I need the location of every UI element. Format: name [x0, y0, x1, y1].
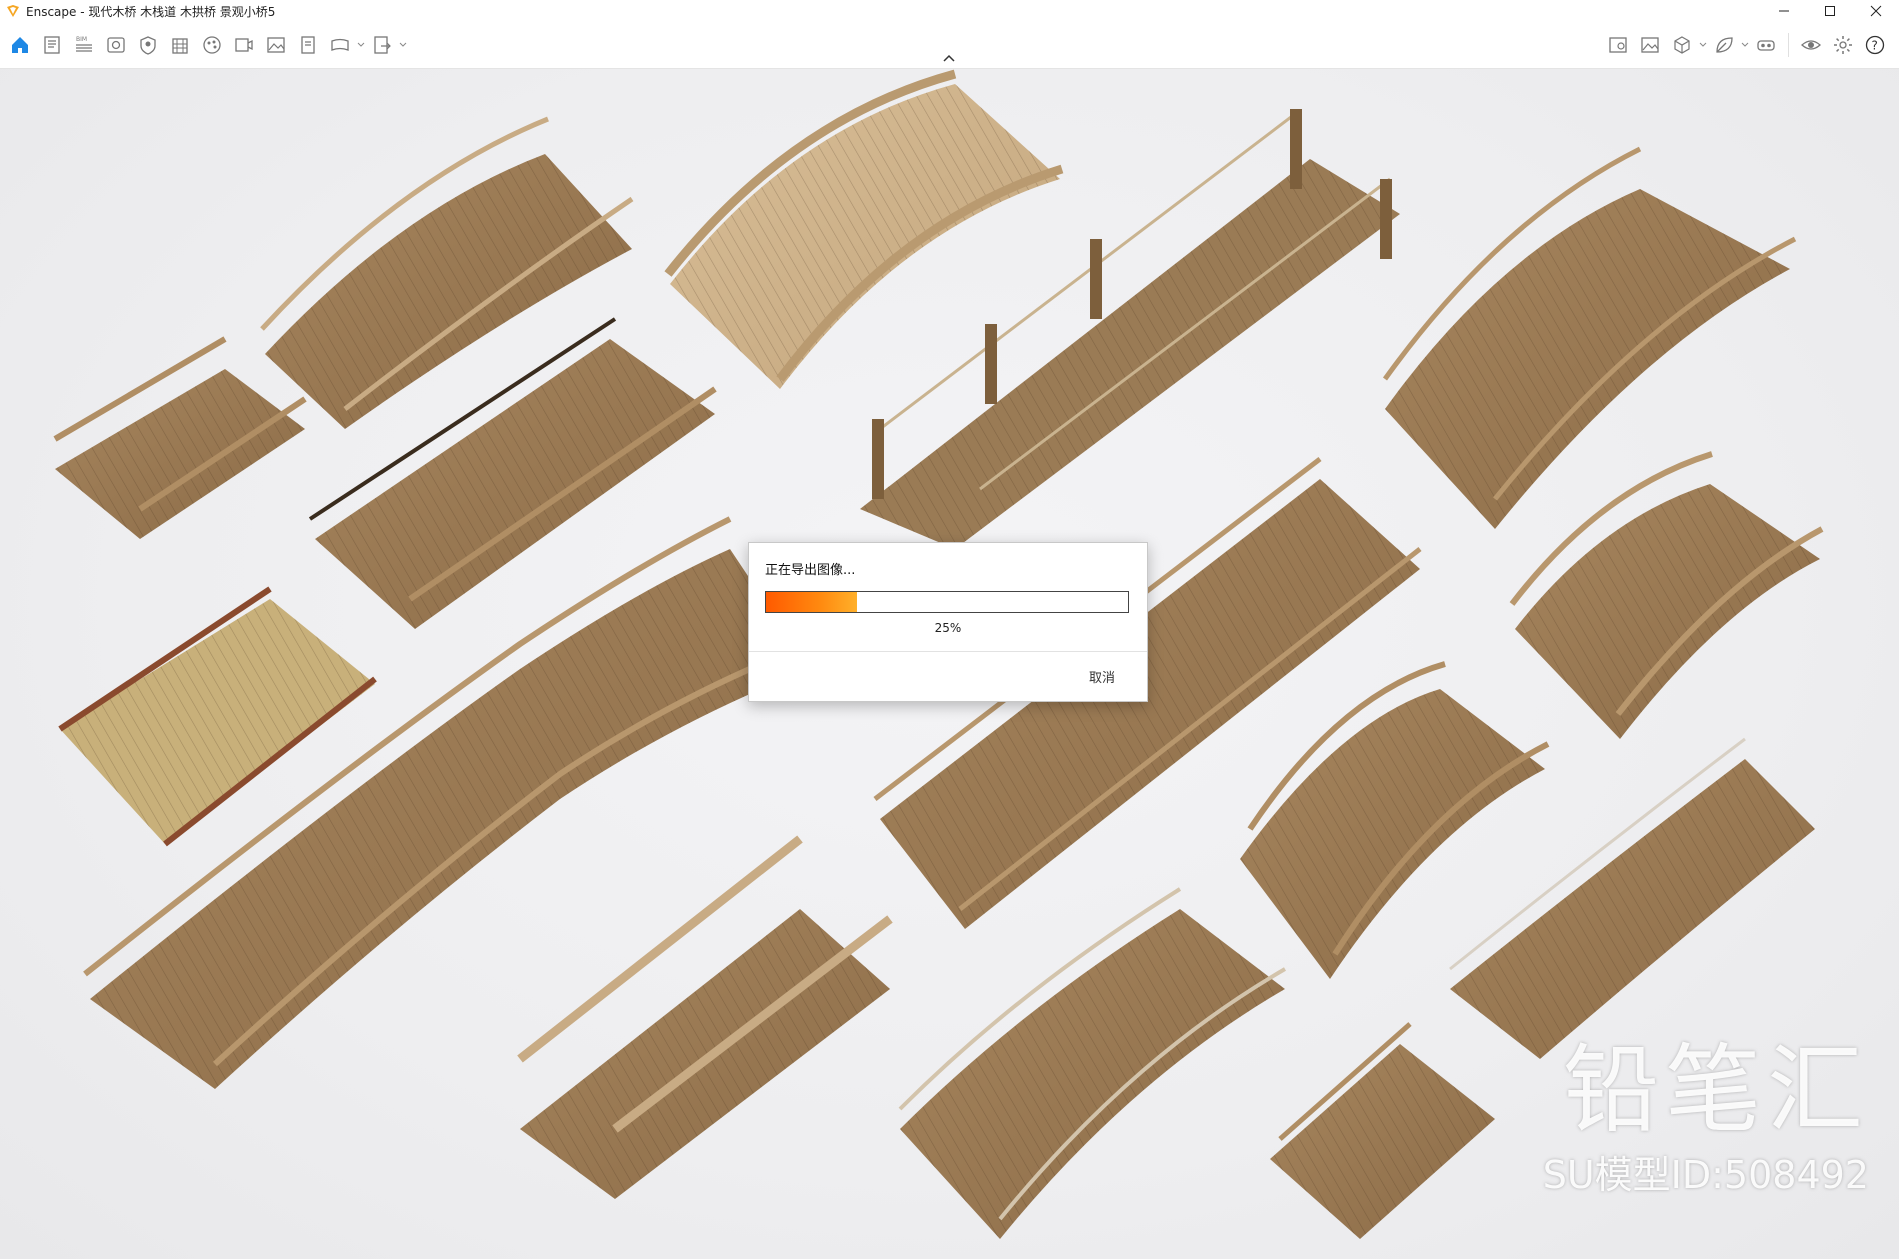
export-progress-fill [766, 592, 857, 612]
bridge-model [53, 336, 307, 539]
export-progress-bar [765, 591, 1129, 613]
screenshot-icon [267, 37, 285, 53]
svg-text:?: ? [1872, 39, 1878, 53]
bridge-model [1270, 1022, 1495, 1239]
settings-button[interactable] [1827, 30, 1859, 60]
enscape-logo-icon [7, 5, 19, 17]
eye-icon [1801, 40, 1821, 50]
bridge-model [898, 887, 1287, 1239]
panorama-button[interactable] [324, 30, 356, 60]
dialog-divider [749, 651, 1147, 652]
map-icon [1609, 37, 1627, 53]
project-icon [44, 36, 60, 54]
bim-button[interactable]: BIM [68, 30, 100, 60]
toolbar-left-group: BIM [4, 30, 408, 60]
window-controls [1761, 0, 1899, 22]
chevron-down-icon [357, 42, 365, 47]
asset-library-icon [140, 36, 156, 55]
minimize-button[interactable] [1761, 0, 1807, 22]
export-dropdown[interactable] [398, 30, 408, 60]
material-editor-icon [203, 36, 221, 54]
chevron-up-icon [943, 54, 955, 62]
toolbar-separator [1788, 33, 1789, 57]
image-button[interactable] [1634, 30, 1666, 60]
title-bar: Enscape - 现代木桥 木栈道 木拱桥 景观小桥5 [0, 0, 1899, 22]
collapse-toolbar-toggle[interactable] [941, 52, 957, 64]
chevron-down-icon [1699, 42, 1707, 47]
bridge-model [517, 835, 893, 1199]
export-progress-dialog: 正在导出图像... 25% 取消 [748, 542, 1148, 702]
svg-text:BIM: BIM [76, 36, 87, 43]
chevron-down-icon [1741, 42, 1749, 47]
batch-render-button[interactable] [292, 30, 324, 60]
watermark-model-id: SU模型ID:508492 [1542, 1153, 1869, 1197]
building-button[interactable] [164, 30, 196, 60]
cube-button[interactable] [1666, 30, 1698, 60]
bridge-model [58, 586, 377, 847]
bridge-model [1240, 661, 1550, 979]
bridge-model [664, 69, 1064, 389]
leaf-button[interactable] [1708, 30, 1740, 60]
bim-icon: BIM [76, 36, 92, 52]
vr-headset-button[interactable] [1750, 30, 1782, 60]
views-button[interactable] [228, 30, 260, 60]
visual-settings-icon [107, 37, 125, 53]
export-button[interactable] [366, 30, 398, 60]
bridge-model [1509, 451, 1824, 739]
asset-library-button[interactable] [132, 30, 164, 60]
batch-render-icon [301, 36, 315, 54]
help-button[interactable]: ? [1859, 30, 1891, 60]
toolbar-right-group: ? [1602, 30, 1891, 60]
project-button[interactable] [36, 30, 68, 60]
cube-dropdown[interactable] [1698, 30, 1708, 60]
panorama-dropdown[interactable] [356, 30, 366, 60]
home-icon [12, 37, 28, 53]
screenshot-button[interactable] [260, 30, 292, 60]
visual-settings-button[interactable] [100, 30, 132, 60]
close-icon [1870, 5, 1882, 17]
minimize-icon [1779, 10, 1789, 12]
image-icon [1641, 37, 1659, 53]
chevron-down-icon [399, 42, 407, 47]
dialog-title: 正在导出图像... [765, 563, 856, 578]
maximize-button[interactable] [1807, 0, 1853, 22]
watermark-brand: 铅笔汇 [1563, 1034, 1869, 1146]
progress-percent: 25% [934, 621, 962, 635]
close-button[interactable] [1853, 0, 1899, 22]
watermark: 铅笔汇 SU模型ID:508492 [1543, 1040, 1869, 1199]
bridge-model [1382, 146, 1797, 529]
help-icon: ? [1865, 35, 1885, 55]
home-button[interactable] [4, 30, 36, 60]
leaf-icon [1716, 37, 1733, 53]
window-title: Enscape - 现代木桥 木栈道 木拱桥 景观小桥5 [26, 4, 276, 19]
material-editor-button[interactable] [196, 30, 228, 60]
export-icon [374, 36, 391, 54]
vr-headset-icon [1757, 40, 1775, 51]
map-button[interactable] [1602, 30, 1634, 60]
leaf-dropdown[interactable] [1740, 30, 1750, 60]
views-icon [235, 38, 253, 52]
maximize-icon [1825, 6, 1835, 16]
building-icon [172, 38, 188, 54]
cube-icon [1674, 36, 1690, 54]
panorama-icon [331, 38, 349, 51]
settings-icon [1834, 36, 1852, 54]
eye-button[interactable] [1795, 30, 1827, 60]
cancel-button[interactable]: 取消 [1089, 667, 1115, 686]
